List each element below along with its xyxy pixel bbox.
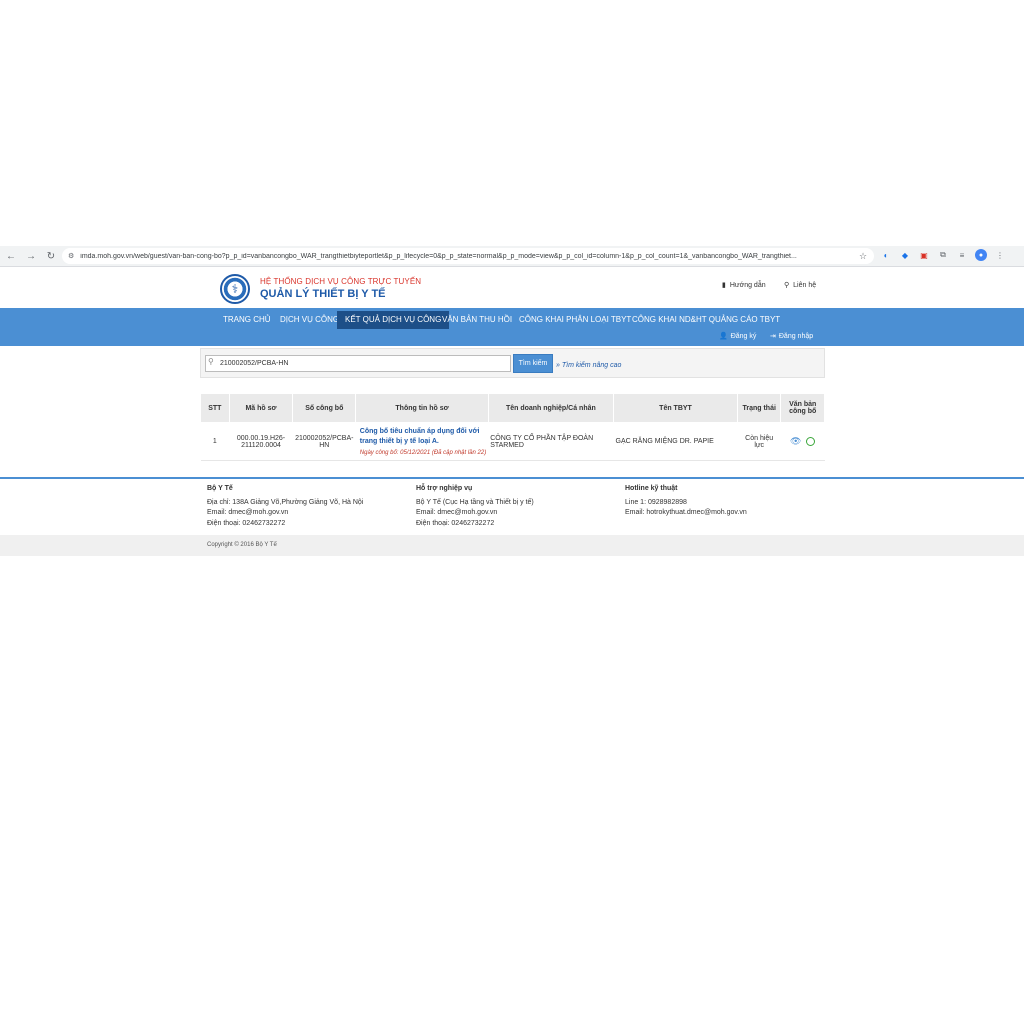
nav-revoked-documents[interactable]: VĂN BẢN THU HỒI (434, 311, 520, 329)
search-button[interactable]: Tìm kiếm (513, 354, 553, 373)
footer-ministry-address: Địa chỉ: 138A Giảng Võ,Phường Giảng Võ, … (207, 498, 364, 506)
reload-icon[interactable]: ↻ (42, 247, 60, 265)
site-header: ⚕ HỆ THỐNG DỊCH VỤ CÔNG TRỰC TUYẾN QUẢN … (0, 268, 1024, 308)
footer-support: Hỗ trợ nghiệp vụ Bộ Y Tế (Cục Hạ tầng và… (416, 484, 534, 529)
extension-screen-icon[interactable]: ▣ (918, 249, 930, 261)
bookmark-star-icon[interactable]: ☆ (856, 251, 870, 262)
footer-ministry-email[interactable]: Email: dmec@moh.gov.vn (207, 508, 363, 519)
cell-stt: 1 (200, 422, 230, 461)
search-input[interactable] (205, 355, 511, 372)
header-device-name: Tên TBYT (613, 393, 738, 423)
cell-file-code: 000.00.19.H26-211120.0004 (229, 422, 293, 461)
footer-divider (0, 477, 1024, 479)
nav-public-classification[interactable]: CÔNG KHAI PHÂN LOẠI TBYT (511, 311, 639, 329)
main-nav: TRANG CHỦ DỊCH VỤ CÔNG KẾT QUẢ DỊCH VỤ C… (0, 308, 1024, 346)
cell-company-name: CÔNG TY CỔ PHẦN TẬP ĐOÀN STARMED (488, 422, 614, 461)
header-file-info: Thông tin hồ sơ (355, 393, 489, 423)
search-icon: ⚲ (208, 357, 214, 366)
ministry-logo[interactable]: ⚕ (220, 274, 250, 304)
nav-public-advertising[interactable]: CÔNG KHAI ND&HT QUẢNG CÁO TBYT (624, 311, 788, 329)
header-announcement-number: Số công bố (292, 393, 357, 423)
page: ← → ↻ ⚙ imda.moh.gov.vn/web/guest/van-ba… (0, 0, 1024, 1024)
header-status: Trạng thái (736, 393, 782, 423)
copyright-text: Copyright © 2016 Bộ Y Tế (207, 542, 277, 548)
extension-icons: ◐ ◆ ▣ ⧉ ≡ ● ⋮ (880, 249, 1006, 261)
cell-file-info: Công bố tiêu chuẩn áp dụng đối với trang… (355, 422, 489, 461)
translate-icon[interactable]: ◐ (880, 249, 892, 261)
help-label: Hướng dẫn (729, 281, 766, 289)
site-info-icon[interactable]: ⚙ (68, 252, 74, 260)
copyright-bar: Copyright © 2016 Bộ Y Tế (0, 535, 1024, 556)
register-link[interactable]: 👤 Đăng ký (719, 332, 757, 341)
contact-label: Liên hệ (793, 281, 817, 289)
footer-hotline-email[interactable]: Email: hotrokythuat.dmec@moh.gov.vn (625, 508, 747, 519)
help-link[interactable]: ▮ Hướng dẫn (722, 281, 766, 290)
footer-hotline: Hotline kỹ thuật Line 1: 0928982898 Emai… (625, 484, 747, 519)
login-label: Đăng nhập (778, 332, 814, 340)
contact-link[interactable]: ⚲ Liên hệ (784, 281, 817, 290)
system-subtitle: HỆ THỐNG DỊCH VỤ CÔNG TRỰC TUYẾN (260, 277, 422, 286)
footer-ministry-head: Bộ Y Tế (207, 485, 233, 492)
system-title: QUẢN LÝ THIẾT BỊ Y TẾ (260, 288, 386, 300)
advanced-search-link[interactable]: » Tìm kiếm nâng cao (556, 362, 621, 369)
footer-support-dept: Bộ Y Tế (Cục Hạ tầng và Thiết bị y tế) (416, 498, 534, 506)
footer-ministry-phone: Điện thoại: 02462732272 (207, 519, 286, 527)
table-row: 1 000.00.19.H26-211120.0004 210002052/PC… (200, 422, 825, 461)
address-url: imda.moh.gov.vn/web/guest/van-ban-cong-b… (80, 252, 797, 260)
header-file-code: Mã hồ sơ (228, 393, 294, 423)
extensions-puzzle-icon[interactable]: ⧉ (937, 249, 949, 261)
announcement-date: Ngày công bố: 05/12/2021 (Đã cập nhật lầ… (359, 450, 487, 456)
book-icon: ▮ (722, 282, 726, 289)
refresh-icon[interactable] (806, 437, 816, 446)
nav-public-services[interactable]: DỊCH VỤ CÔNG (272, 311, 347, 329)
back-icon[interactable]: ← (2, 247, 20, 265)
extension-tag-icon[interactable]: ◆ (899, 249, 911, 261)
cell-documents: 👁 (780, 422, 825, 461)
cell-announcement-number: 210002052/PCBA-HN (292, 422, 356, 461)
menu-kebab-icon[interactable]: ⋮ (994, 249, 1006, 261)
forward-icon[interactable]: → (22, 247, 40, 265)
address-bar[interactable]: ⚙ imda.moh.gov.vn/web/guest/van-ban-cong… (62, 248, 874, 264)
register-label: Đăng ký (730, 332, 757, 340)
table-header-row: STT Mã hồ sơ Số công bố Thông tin hồ sơ … (200, 393, 825, 423)
header-stt: STT (200, 393, 230, 423)
file-info-link[interactable]: Công bố tiêu chuẩn áp dụng đối với trang… (358, 427, 486, 447)
footer-support-email[interactable]: Email: dmec@moh.gov.vn (416, 508, 534, 519)
cell-device-name: GẠC RĂNG MIỆNG DR. PAPIE (613, 422, 738, 461)
nav-service-results[interactable]: KẾT QUẢ DỊCH VỤ CÔNG (337, 311, 450, 329)
results-table: STT Mã hồ sơ Số công bố Thông tin hồ sơ … (200, 393, 825, 461)
search-panel: ⚲ Tìm kiếm » Tìm kiếm nâng cao (200, 348, 825, 378)
reading-list-icon[interactable]: ≡ (956, 249, 968, 261)
login-link[interactable]: ⇥ Đăng nhập (770, 332, 814, 341)
advanced-search-label: Tìm kiếm nâng cao (561, 362, 622, 369)
cell-status: Còn hiệu lực (737, 422, 781, 461)
header-announcement-document: Văn bản công bố (780, 393, 825, 423)
location-pin-icon: ⚲ (784, 282, 790, 289)
header-company-name: Tên doanh nghiệp/Cá nhân (487, 393, 615, 423)
footer-hotline-line: Line 1: 0928982898 (625, 498, 687, 506)
footer-support-phone: Điện thoại: 02462732272 (416, 519, 495, 527)
eye-icon[interactable]: 👁 (790, 436, 801, 447)
document-actions: 👁 (783, 436, 823, 447)
footer-ministry: Bộ Y Tế Địa chỉ: 138A Giảng Võ,Phường Gi… (207, 484, 363, 529)
browser-toolbar: ← → ↻ ⚙ imda.moh.gov.vn/web/guest/van-ba… (0, 246, 1024, 267)
nav-home[interactable]: TRANG CHỦ (215, 311, 279, 329)
user-plus-icon: 👤 (719, 333, 728, 340)
profile-avatar-icon[interactable]: ● (975, 249, 987, 261)
footer-hotline-head: Hotline kỹ thuật (625, 485, 678, 492)
sign-in-icon: ⇥ (770, 333, 776, 340)
footer-support-head: Hỗ trợ nghiệp vụ (416, 485, 473, 492)
